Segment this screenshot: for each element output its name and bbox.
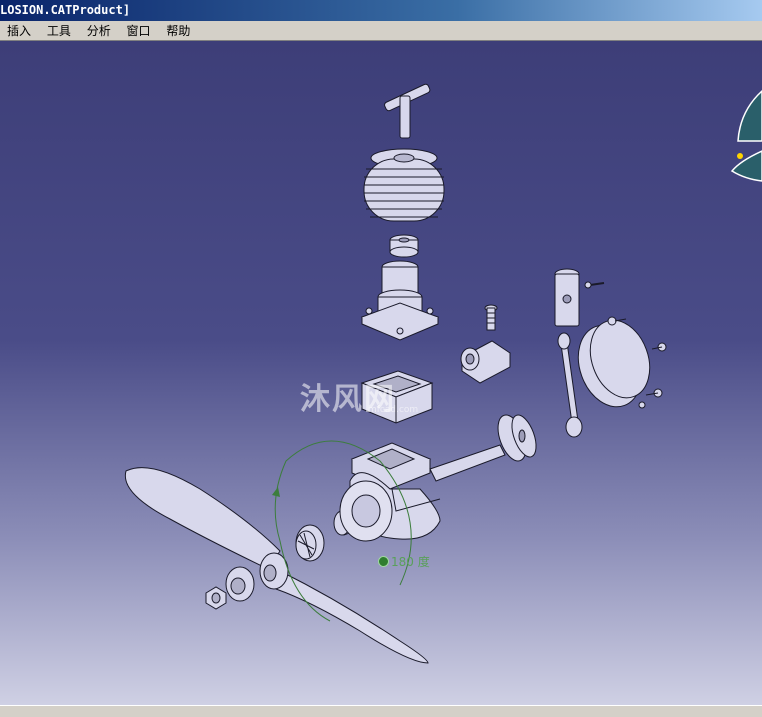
menu-bar: 插入 工具 分析 窗口 帮助 — [0, 21, 762, 41]
menu-insert[interactable]: 插入 — [0, 21, 37, 41]
cylinder-liner-part — [360, 260, 440, 341]
window-title-bar: LOSION.CATProduct] — [0, 0, 762, 21]
bushing-part — [389, 234, 419, 258]
window-title: LOSION.CATProduct] — [0, 3, 131, 17]
angle-readout: 180 度 — [378, 553, 430, 570]
3d-viewport[interactable]: 沐风网 mfcad.com — [0, 41, 762, 705]
carburetor-part — [460, 304, 511, 384]
menu-window[interactable]: 窗口 — [121, 21, 157, 41]
washer-nut-part — [205, 566, 255, 610]
menu-tools[interactable]: 工具 — [41, 21, 77, 41]
compass-icon — [730, 89, 762, 182]
angle-icon — [378, 556, 389, 567]
crankshaft-part — [429, 414, 537, 482]
back-plate-part — [577, 316, 667, 409]
menu-help[interactable]: 帮助 — [160, 21, 196, 41]
menu-analyze[interactable]: 分析 — [81, 21, 117, 41]
exploded-engine-assembly — [124, 83, 762, 664]
watermark-url: mfcad.com — [368, 405, 419, 415]
prop-shaft-part — [333, 480, 393, 542]
angle-value: 180 — [391, 555, 414, 569]
angle-unit: 度 — [417, 555, 430, 569]
t-handle-part — [384, 83, 431, 139]
drive-washer-part — [295, 524, 325, 562]
cylinder-head-part — [363, 148, 445, 222]
bottom-toolbar — [0, 705, 762, 717]
